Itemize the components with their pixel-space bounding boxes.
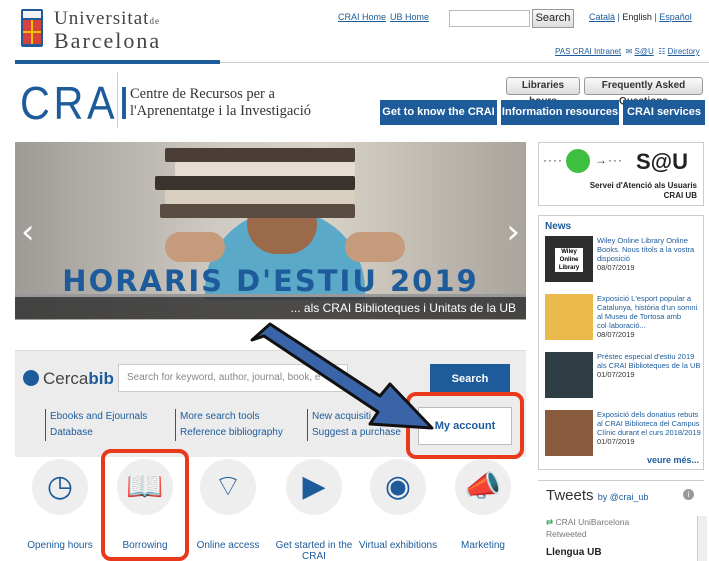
tweets-scrollbar[interactable] bbox=[697, 516, 707, 561]
annotation-arrow bbox=[250, 322, 434, 430]
slider-caption: ... als CRAI Biblioteques i Unitats de l… bbox=[15, 297, 526, 319]
libraries-hours-button[interactable]: Libraries hours bbox=[506, 77, 580, 107]
sau-subtitle-line1: Servei d'Atenció als Usuaris bbox=[589, 181, 697, 190]
sau-dots-left: ···· bbox=[543, 153, 563, 167]
slider-book bbox=[165, 148, 355, 162]
news-item[interactable]: Exposició L'esport popular a Catalunya, … bbox=[545, 294, 701, 346]
crai-subtitle-line1: Centre de Recursos per a bbox=[130, 86, 275, 102]
sau-subtitle-line2: CRAI UB bbox=[663, 191, 697, 200]
lang-english: English bbox=[622, 12, 652, 22]
news-item[interactable]: Wiley Online Library Wiley Online Library … bbox=[545, 236, 701, 288]
clock-icon: ◷ bbox=[46, 469, 74, 504]
sau-banner[interactable]: ···· →··· S@U Servei d'Atenció als Usuar… bbox=[538, 142, 704, 206]
sau-title: S@U bbox=[636, 149, 689, 174]
nav-information-resources[interactable]: Information resources bbox=[501, 100, 619, 125]
secondary-links: PAS CRAI Intranet ✉ S@U ☷ Directory bbox=[555, 47, 700, 56]
ebooks-ejournals-link[interactable]: Ebooks and Ejournals bbox=[50, 409, 147, 425]
lang-espanol-link[interactable]: Español bbox=[659, 12, 692, 22]
slider-prev-icon[interactable]: ‹ bbox=[21, 212, 35, 252]
get-started-tile[interactable]: ▶ bbox=[286, 459, 342, 515]
faq-button[interactable]: Frequently Asked Questions bbox=[584, 77, 703, 107]
news-heading: News bbox=[545, 221, 572, 232]
marketing-tile[interactable]: 📣 bbox=[455, 459, 511, 515]
news-panel: News Wiley Online Library Wiley Online Lib… bbox=[538, 215, 704, 470]
news-item[interactable]: Préstec especial d'estiu 2019 als CRAI B… bbox=[545, 352, 701, 404]
nav-get-to-know[interactable]: Get to know the CRAI bbox=[380, 100, 497, 125]
site-search-input[interactable] bbox=[449, 10, 530, 27]
crai-divider bbox=[117, 72, 118, 128]
header-divider bbox=[220, 62, 709, 63]
news-thumb-wiley: Wiley Online Library bbox=[545, 236, 593, 282]
camera-icon: ◉ bbox=[384, 469, 412, 504]
news-more-link[interactable]: veure més... bbox=[647, 455, 699, 465]
news-item-text: Wiley Online Library Online Books. Nous … bbox=[597, 236, 695, 272]
news-thumb-prestec bbox=[545, 352, 593, 398]
pas-intranet-link[interactable]: PAS CRAI Intranet bbox=[555, 47, 621, 56]
nav-crai-services[interactable]: CRAI services bbox=[623, 100, 705, 125]
slider-book bbox=[155, 176, 355, 190]
sau-dots-right: →··· bbox=[595, 153, 623, 167]
online-access-tile[interactable]: ⌔ bbox=[200, 459, 256, 515]
cercabib-icon bbox=[23, 370, 39, 386]
news-item-text: Exposició dels donatius rebuts al CRAI B… bbox=[597, 410, 701, 446]
sau-circle-icon bbox=[566, 149, 590, 173]
site-search-button[interactable]: Search bbox=[532, 9, 574, 28]
info-icon[interactable]: i bbox=[683, 489, 694, 500]
wifi-icon: ⌔ bbox=[213, 469, 243, 504]
tweet-author[interactable]: Llengua UB bbox=[546, 547, 602, 558]
play-icon: ▶ bbox=[302, 469, 326, 504]
cercabib-search-button[interactable]: Search bbox=[430, 364, 510, 395]
retweet-icon: ⇄ bbox=[546, 517, 554, 527]
directory-icon: ☷ bbox=[658, 47, 666, 56]
slider-person-arm-left bbox=[165, 232, 225, 262]
tweet-retweeted-label: Retweeted bbox=[546, 529, 587, 539]
megaphone-icon: 📣 bbox=[464, 469, 502, 504]
database-link[interactable]: Database bbox=[50, 425, 147, 441]
directory-link[interactable]: Directory bbox=[668, 47, 700, 56]
ub-name-line2[interactable]: Barcelona bbox=[54, 28, 161, 54]
slider-book bbox=[160, 204, 355, 218]
slider-book bbox=[165, 190, 355, 204]
sau-link[interactable]: S@U bbox=[635, 47, 654, 56]
ub-name-line1[interactable]: Universitatde bbox=[54, 8, 160, 30]
ub-home-link[interactable]: UB Home bbox=[390, 12, 429, 22]
sau-subtitle: Servei d'Atenció als Usuaris CRAI UB bbox=[590, 181, 697, 201]
crai-subtitle: Centre de Recursos per a l'Aprenentatge … bbox=[130, 86, 311, 120]
marketing-label[interactable]: Marketing bbox=[433, 540, 533, 551]
online-access-label[interactable]: Online access bbox=[178, 540, 278, 551]
tweets-panel: Tweets by @crai_ub i ⇄ CRAI UniBarcelona… bbox=[538, 480, 704, 561]
slider-person-arm-right bbox=[345, 232, 405, 262]
top-bar: Universitatde Barcelona CRAI Home UB Hom… bbox=[0, 0, 709, 64]
header-accent-bar bbox=[15, 60, 220, 64]
virtual-exhibitions-tile[interactable]: ◉ bbox=[370, 459, 426, 515]
cercabib-logo: Cercabib bbox=[23, 369, 114, 389]
hero-slider[interactable]: ‹ › HORARIS D'ESTIU 2019 ... als CRAI Bi… bbox=[15, 142, 526, 320]
news-thumb-esport bbox=[545, 294, 593, 340]
slider-title: HORARIS D'ESTIU 2019 bbox=[62, 264, 479, 298]
news-item-text: Exposició L'esport popular a Catalunya, … bbox=[597, 294, 698, 339]
tweet-retweeter[interactable]: ⇄ CRAI UniBarcelona bbox=[546, 517, 629, 528]
crai-home-link[interactable]: CRAI Home bbox=[338, 12, 386, 22]
cercabib-links-col1: Ebooks and Ejournals Database bbox=[45, 409, 147, 441]
news-item-text: Préstec especial d'estiu 2019 als CRAI B… bbox=[597, 352, 701, 379]
opening-hours-tile[interactable]: ◷ bbox=[32, 459, 88, 515]
crai-subtitle-line2: l'Aprenentatge i la Investigació bbox=[130, 103, 311, 119]
ub-shield-logo[interactable] bbox=[20, 8, 44, 48]
slider-book bbox=[175, 162, 355, 176]
tweets-heading: Tweets by @crai_ub bbox=[546, 487, 649, 504]
language-switcher: Català | English | Español bbox=[589, 12, 692, 22]
slider-next-icon[interactable]: › bbox=[506, 212, 520, 252]
news-thumb-donatius bbox=[545, 410, 593, 456]
mail-icon: ✉ bbox=[625, 47, 633, 56]
lang-catala-link[interactable]: Català bbox=[589, 12, 615, 22]
tweets-handle-link[interactable]: by @crai_ub bbox=[598, 492, 649, 502]
